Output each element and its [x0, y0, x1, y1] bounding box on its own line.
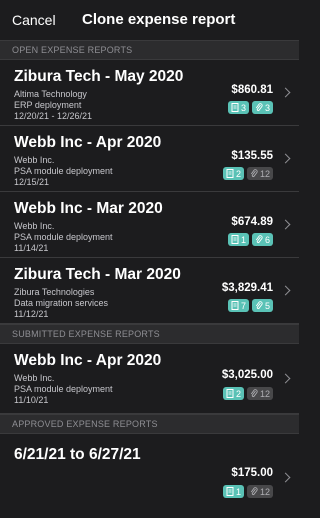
receipt-count: 2 — [235, 388, 241, 399]
attachment-count: 5 — [264, 300, 270, 311]
paperclip-icon — [250, 487, 258, 496]
section-header-open: OPEN EXPENSE REPORTS — [0, 40, 299, 60]
report-title: 6/21/21 to 6/27/21 — [14, 446, 141, 463]
receipt-count: 1 — [235, 486, 241, 497]
receipt-count-badge: 3 — [227, 101, 249, 114]
report-badges: 2 12 — [222, 387, 273, 400]
report-badges: 3 3 — [227, 101, 273, 114]
attachment-count-badge: 12 — [246, 387, 273, 400]
expense-report-row[interactable]: Zibura Tech - May 2020 Altima Technology… — [0, 60, 299, 126]
receipt-icon — [226, 169, 234, 178]
report-badges: 1 6 — [227, 233, 273, 246]
attachment-count: 12 — [259, 388, 270, 399]
nav-bar: Cancel Clone expense report — [0, 0, 299, 40]
paperclip-icon — [255, 235, 263, 244]
expense-report-row[interactable]: Webb Inc - Apr 2020 Webb Inc. PSA module… — [0, 126, 299, 192]
report-amount: $135.55 — [231, 150, 273, 162]
section-header-approved: APPROVED EXPENSE REPORTS — [0, 414, 299, 434]
receipt-count: 7 — [240, 300, 246, 311]
attachment-count-badge: 6 — [251, 233, 273, 246]
attachment-count-badge: 3 — [251, 101, 273, 114]
report-badges: 7 5 — [227, 299, 273, 312]
expense-report-row[interactable]: Webb Inc - Apr 2020 Webb Inc. PSA module… — [0, 344, 299, 414]
receipt-icon — [231, 103, 239, 112]
receipt-icon — [231, 235, 239, 244]
report-amount: $860.81 — [231, 84, 273, 96]
paperclip-icon — [255, 103, 263, 112]
section-header-submitted: SUBMITTED EXPENSE REPORTS — [0, 324, 299, 344]
page-title: Clone expense report — [82, 11, 236, 28]
receipt-icon — [226, 389, 234, 398]
receipt-icon — [226, 487, 234, 496]
report-badges: 1 12 — [222, 485, 273, 498]
attachment-count: 6 — [264, 234, 270, 245]
attachment-count: 12 — [259, 168, 270, 179]
receipt-count: 3 — [240, 102, 246, 113]
receipt-count-badge: 2 — [222, 167, 244, 180]
receipt-count-badge: 1 — [222, 485, 244, 498]
paperclip-icon — [255, 301, 263, 310]
cancel-button[interactable]: Cancel — [12, 12, 56, 28]
paperclip-icon — [250, 389, 258, 398]
receipt-count: 2 — [235, 168, 241, 179]
attachment-count-badge: 5 — [251, 299, 273, 312]
attachment-count: 3 — [264, 102, 270, 113]
attachment-count: 12 — [259, 486, 270, 497]
receipt-count-badge: 2 — [222, 387, 244, 400]
report-amount: $674.89 — [231, 216, 273, 228]
receipt-count: 1 — [240, 234, 246, 245]
report-amount: $3,829.41 — [221, 282, 273, 294]
receipt-count-badge: 1 — [227, 233, 249, 246]
attachment-count-badge: 12 — [246, 485, 273, 498]
chevron-right-icon — [280, 472, 291, 483]
paperclip-icon — [250, 169, 258, 178]
expense-report-row[interactable]: Zibura Tech - Mar 2020 Zibura Technologi… — [0, 258, 299, 324]
receipt-count-badge: 7 — [227, 299, 249, 312]
attachment-count-badge: 12 — [246, 167, 273, 180]
report-title: Webb Inc - Apr 2020 — [14, 352, 162, 369]
expense-report-row[interactable]: 6/21/21 to 6/27/21 $175.00 1 12 — [0, 434, 299, 506]
report-badges: 2 12 — [222, 167, 273, 180]
report-amount: $175.00 — [231, 467, 273, 479]
report-amount: $3,025.00 — [221, 369, 273, 381]
expense-report-row[interactable]: Webb Inc - Mar 2020 Webb Inc. PSA module… — [0, 192, 299, 258]
receipt-icon — [231, 301, 239, 310]
